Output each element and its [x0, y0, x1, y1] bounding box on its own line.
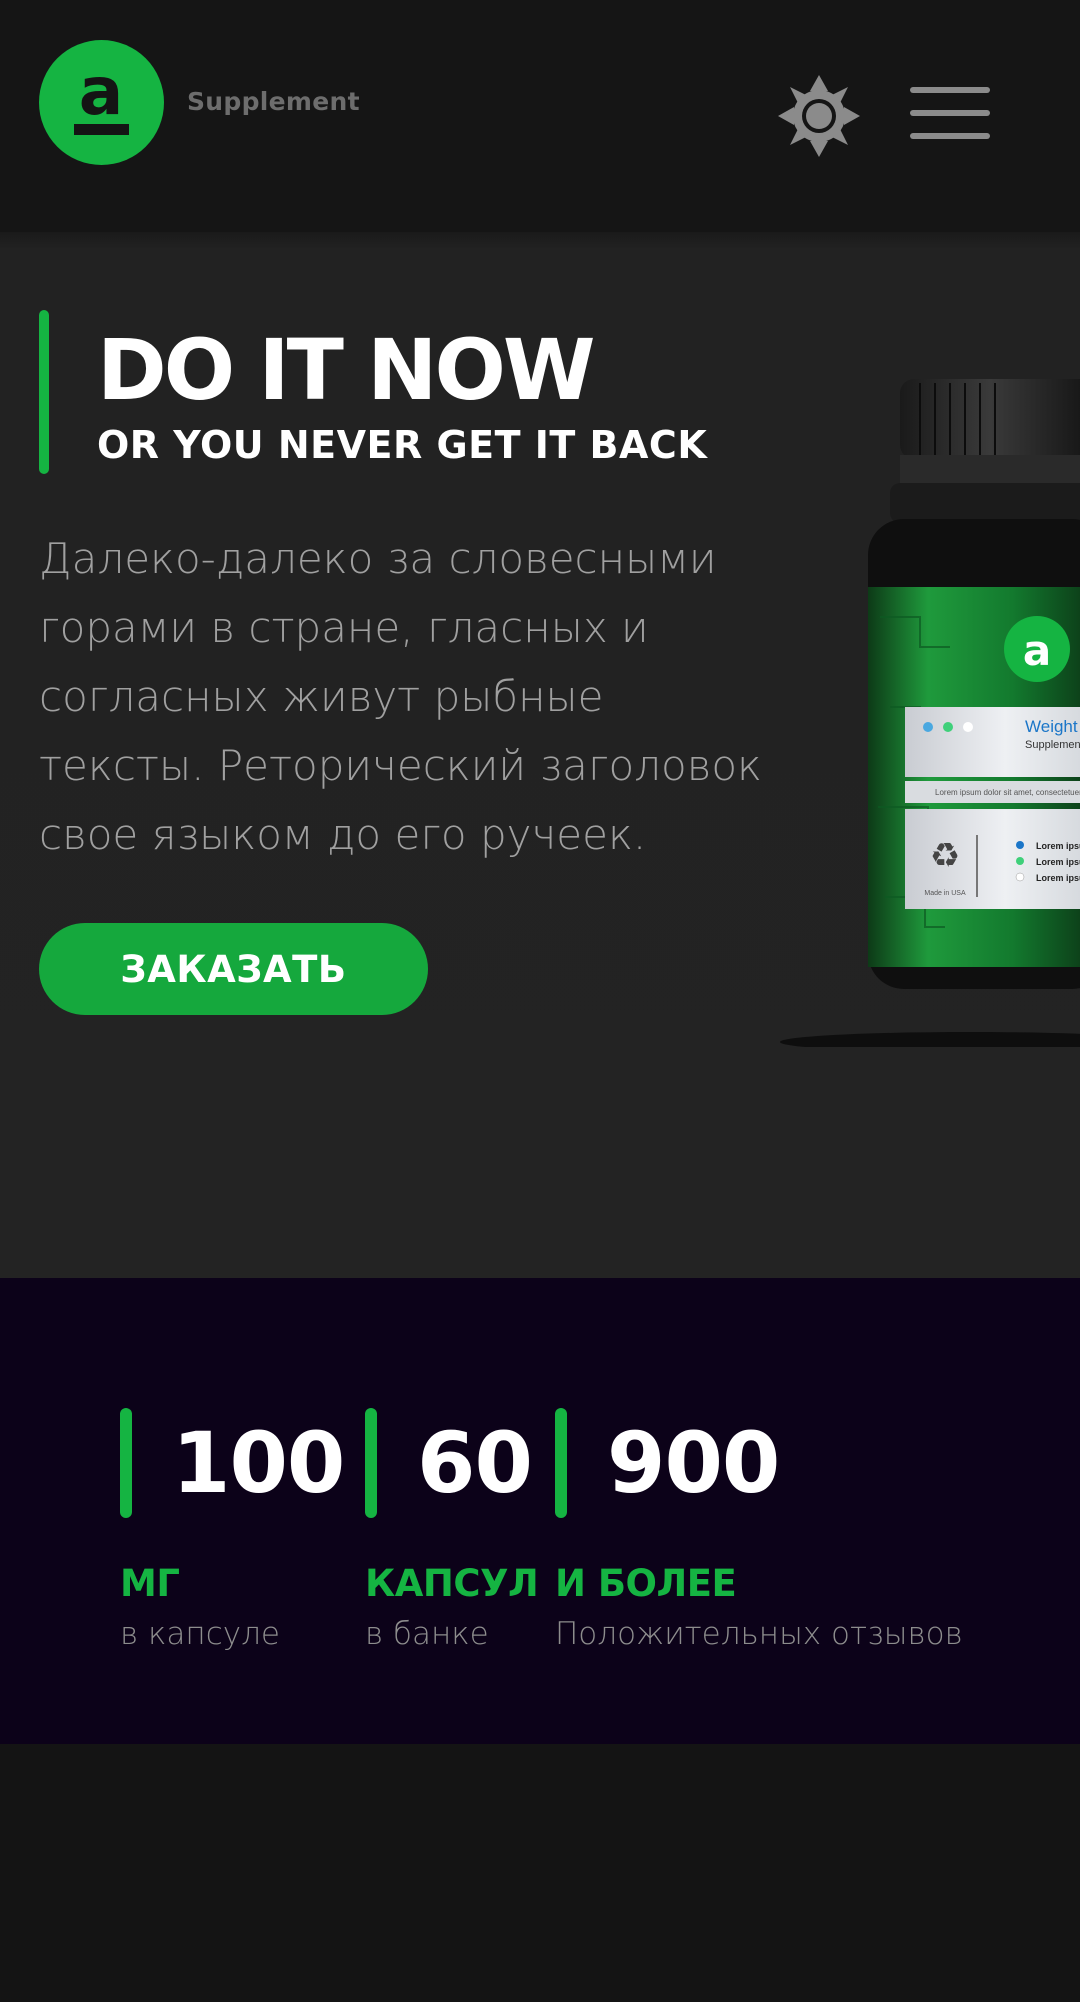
stat-number: 100 [172, 1414, 345, 1512]
stat-number: 900 [607, 1414, 780, 1512]
svg-text:Weight: Weight [1025, 717, 1078, 736]
svg-text:♻: ♻ [930, 836, 960, 876]
svg-text:Lorem ipsu: Lorem ipsu [1036, 841, 1080, 851]
hamburger-menu-icon[interactable] [908, 82, 992, 144]
logo-letter: a [79, 53, 124, 130]
svg-text:Lorem ipsu: Lorem ipsu [1036, 857, 1080, 867]
svg-text:a: a [1023, 626, 1051, 675]
brand-name: Supplement [187, 87, 360, 116]
svg-text:Supplement: Supplement [1025, 739, 1080, 751]
stat-caption: Положительных отзывов [555, 1616, 963, 1652]
stat-unit: КАПСУЛ [365, 1562, 539, 1605]
stat-accent-bar [120, 1408, 132, 1518]
hero-subtitle: OR YOU NEVER GET IT BACK [97, 423, 708, 467]
stat-accent-bar [555, 1408, 567, 1518]
svg-text:Lorem ipsum dolor sit amet, co: Lorem ipsum dolor sit amet, consectetuer… [935, 788, 1080, 797]
hero-section: DO IT NOW OR YOU NEVER GET IT BACK Далек… [0, 232, 1080, 1278]
stat-accent-bar [365, 1408, 377, 1518]
svg-text:Lorem ipsu: Lorem ipsu [1036, 873, 1080, 883]
logo[interactable]: a [39, 40, 164, 165]
order-button[interactable]: ЗАКАЗАТЬ [39, 923, 428, 1015]
product-bottle-image: a Weight Supplement Lorem ipsum dolor si… [770, 287, 1080, 1052]
sun-icon[interactable] [776, 73, 862, 159]
stats-section: 100 МГ в капсуле 60 КАПСУЛ в банке 900 И… [0, 1278, 1080, 1744]
svg-text:Made in USA: Made in USA [924, 890, 966, 897]
stat-caption: в капсуле [120, 1616, 280, 1652]
hero-accent-bar [39, 310, 49, 474]
logo-icon: a [74, 53, 129, 135]
hero-title: DO IT NOW [97, 321, 596, 419]
stat-caption: в банке [365, 1616, 489, 1652]
footer-area [0, 1744, 1080, 2002]
page: a Supplement DO IT NOW OR YOU NEVER GET … [0, 0, 1080, 2002]
hero-description: Далеко-далеко за словесными горами в стр… [39, 534, 762, 859]
stat-unit: МГ [120, 1562, 180, 1605]
stat-unit: И БОЛЕЕ [555, 1562, 737, 1605]
stat-number: 60 [417, 1414, 533, 1512]
site-header: a Supplement [0, 0, 1080, 232]
